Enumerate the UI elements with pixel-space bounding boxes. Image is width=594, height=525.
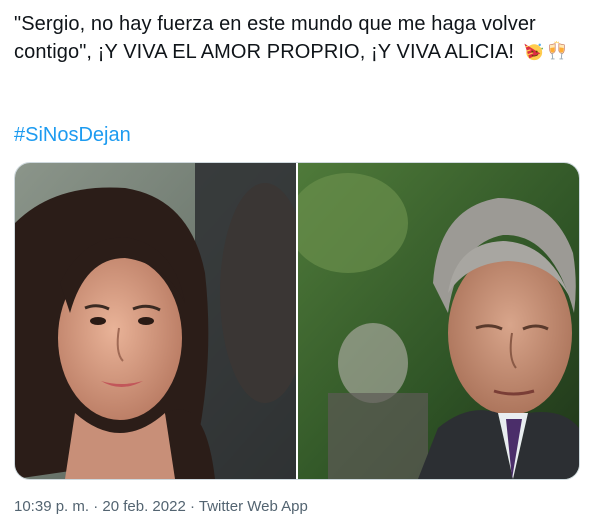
tweet-media [14, 162, 580, 480]
man-in-suit-image [298, 163, 579, 479]
clinking-glasses-emoji-icon [549, 41, 565, 60]
woman-closeup-photo[interactable] [15, 163, 296, 479]
tweet-text: "Sergio, no hay fuerza en este mundo que… [14, 10, 580, 66]
tweet-source: Twitter Web App [198, 498, 308, 515]
woman-closeup-image [15, 163, 296, 479]
tweet-date-link[interactable]: 20 feb. 2022 [102, 498, 185, 515]
tweet-time-link[interactable]: 10:39 p. m. [14, 498, 89, 515]
tweet-text-body: "Sergio, no hay fuerza en este mundo que… [14, 13, 536, 63]
tweet-meta: 10:39 p. m. · 20 feb. 2022 · Twitter Web… [14, 497, 308, 517]
tweet: "Sergio, no hay fuerza en este mundo que… [0, 0, 594, 525]
hashtag-link[interactable]: #SiNosDejan [14, 122, 131, 148]
party-face-emoji-icon [524, 43, 543, 61]
man-in-suit-photo[interactable] [298, 163, 579, 479]
